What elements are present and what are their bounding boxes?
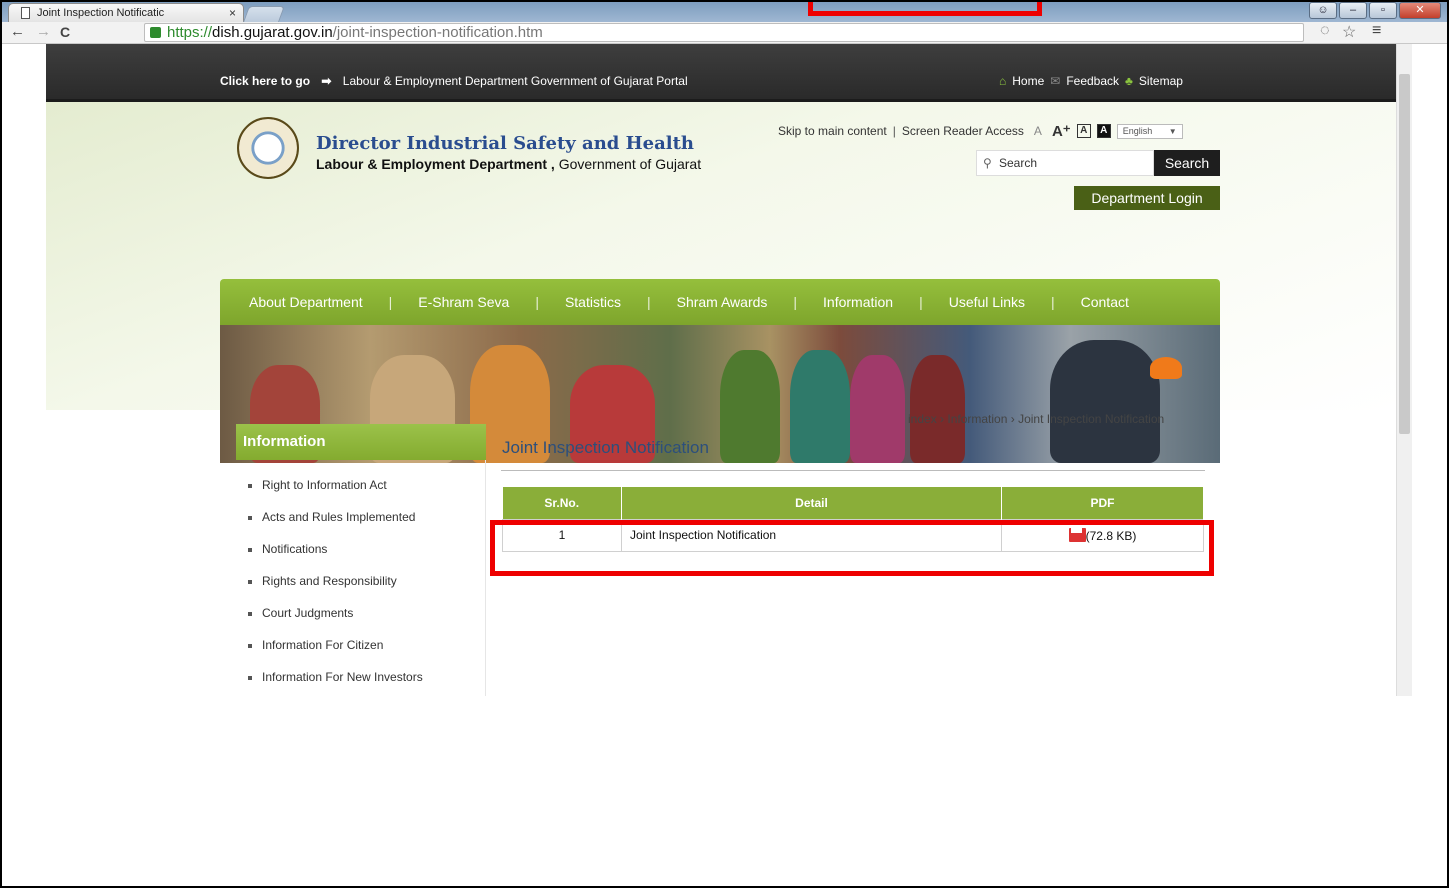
- sidebar-item-rights[interactable]: Rights and Responsibility: [248, 574, 423, 606]
- menu-item-information[interactable]: Information: [823, 294, 893, 310]
- separator: |: [892, 124, 896, 138]
- user-icon[interactable]: ☺: [1309, 2, 1337, 19]
- font-decrease[interactable]: A: [1034, 124, 1042, 138]
- arrow-right-icon: ➡: [321, 74, 332, 88]
- sidebar-heading: Information: [236, 424, 486, 460]
- main-content: Joint Inspection Notification Sr.No. Det…: [501, 424, 1205, 552]
- menu-item-eshram[interactable]: E-Shram Seva: [418, 294, 509, 310]
- separator: |: [793, 294, 798, 310]
- portal-link[interactable]: Labour & Employment Department Governmen…: [343, 74, 688, 88]
- url-host: dish.gujarat.gov.in: [212, 24, 333, 41]
- browser-toolbar: ← → C https://dish.gujarat.gov.in/joint-…: [2, 22, 1447, 44]
- cell-detail: Joint Inspection Notification: [621, 518, 1002, 552]
- sidebar-list: Right to Information Act Acts and Rules …: [248, 478, 423, 696]
- site-title[interactable]: Director Industrial Safety and Health: [316, 133, 694, 154]
- reload-icon[interactable]: C: [60, 24, 70, 40]
- title-divider: [501, 470, 1205, 471]
- pdf-icon[interactable]: [1068, 527, 1086, 542]
- separator: |: [1050, 294, 1055, 310]
- bookmark-star-icon[interactable]: ☆: [1342, 22, 1356, 42]
- window-controls: ☺ – ▫ ✕: [1309, 2, 1441, 19]
- tab-title: Joint Inspection Notificatic: [37, 7, 165, 19]
- search-input[interactable]: ⚲ Search: [976, 150, 1154, 176]
- subtitle-rest: Government of Gujarat: [554, 156, 702, 172]
- page-icon: [21, 7, 30, 19]
- sidebar-item-court[interactable]: Court Judgments: [248, 606, 423, 638]
- browser-tab[interactable]: Joint Inspection Notificatic ×: [8, 3, 244, 22]
- menu-icon[interactable]: ≡: [1372, 22, 1381, 40]
- url-path: /joint-inspection-notification.htm: [332, 24, 543, 41]
- column-header: Detail: [621, 487, 1002, 519]
- font-increase[interactable]: A⁺: [1052, 122, 1071, 140]
- new-tab-button[interactable]: [243, 6, 285, 22]
- goto-label: Click here to go: [220, 74, 311, 88]
- cell-pdf[interactable]: (72.8 KB): [1001, 518, 1204, 552]
- back-icon[interactable]: ←: [10, 23, 25, 40]
- close-window-icon[interactable]: ✕: [1399, 2, 1441, 19]
- menu-item-awards[interactable]: Shram Awards: [677, 294, 768, 310]
- separator: |: [646, 294, 651, 310]
- department-login-button[interactable]: Department Login: [1074, 186, 1220, 210]
- minimize-icon[interactable]: –: [1339, 2, 1367, 19]
- scrollbar[interactable]: [1396, 44, 1412, 696]
- language-select[interactable]: English: [1116, 123, 1183, 139]
- menu-item-about[interactable]: About Department: [249, 294, 363, 310]
- browser-tab-bar: Joint Inspection Notificatic × ☺ – ▫ ✕: [2, 2, 1447, 22]
- separator: |: [919, 294, 923, 310]
- close-tab-icon[interactable]: ×: [229, 6, 236, 20]
- separator: |: [388, 294, 393, 310]
- search-placeholder: Search: [999, 156, 1038, 170]
- sidebar-item-rti[interactable]: Right to Information Act: [248, 478, 423, 510]
- column-header: PDF: [1001, 487, 1204, 519]
- site-subtitle: Labour & Employment Department , Governm…: [316, 156, 701, 172]
- address-bar[interactable]: https://dish.gujarat.gov.in/joint-inspec…: [144, 23, 1304, 42]
- sidebar: Information Right to Information Act Act…: [236, 424, 486, 696]
- search-icon: ⚲: [983, 156, 992, 170]
- subtitle-bold: Labour & Employment Department ,: [316, 156, 555, 172]
- menu-item-statistics[interactable]: Statistics: [565, 294, 621, 310]
- page-title: Joint Inspection Notification: [502, 438, 709, 457]
- url-scheme: https://: [167, 24, 213, 41]
- page-viewport: Click here to go ➡ Labour & Employment D…: [46, 44, 1396, 696]
- cell-sr-no: 1: [502, 518, 622, 552]
- screen-reader-link[interactable]: Screen Reader Access: [902, 124, 1024, 138]
- top-links: ⌂ Home ✉ Feedback ♣ Sitemap: [999, 74, 1183, 88]
- skip-link[interactable]: Skip to main content: [778, 124, 887, 138]
- home-link[interactable]: Home: [1012, 74, 1044, 88]
- maximize-icon[interactable]: ▫: [1369, 2, 1397, 19]
- sidebar-item-notifications[interactable]: Notifications: [248, 542, 423, 574]
- sitemap-link[interactable]: Sitemap: [1139, 74, 1183, 88]
- sitemap-icon: ♣: [1125, 74, 1133, 88]
- sidebar-item-acts[interactable]: Acts and Rules Implemented: [248, 510, 423, 542]
- feedback-link[interactable]: Feedback: [1066, 74, 1119, 88]
- shield-icon[interactable]: ◌: [1320, 22, 1330, 40]
- contrast-dark[interactable]: A: [1096, 124, 1111, 138]
- site-header: Director Industrial Safety and Health La…: [46, 102, 1396, 463]
- envelope-icon: ✉: [1050, 74, 1061, 88]
- lock-icon: [150, 27, 161, 38]
- screenshot-frame: Joint Inspection Notificatic × ☺ – ▫ ✕ ←…: [0, 0, 1449, 888]
- forward-icon[interactable]: →: [36, 23, 51, 40]
- search-button[interactable]: Search: [1154, 150, 1220, 176]
- contrast-light[interactable]: A: [1076, 124, 1091, 138]
- accessibility-utilities: Skip to main content | Screen Reader Acc…: [778, 122, 1183, 140]
- notification-table: Sr.No. Detail PDF 1 Joint Inspection Not…: [502, 487, 1204, 552]
- banner-helmet: [1150, 357, 1182, 379]
- sidebar-item-investors[interactable]: Information For New Investors: [248, 670, 423, 696]
- goto-portal: Click here to go ➡ Labour & Employment D…: [220, 74, 688, 88]
- menu-item-useful-links[interactable]: Useful Links: [949, 294, 1025, 310]
- menu-item-contact[interactable]: Contact: [1081, 294, 1129, 310]
- main-menu: About Department | E-Shram Seva | Statis…: [220, 279, 1220, 325]
- sidebar-item-citizen[interactable]: Information For Citizen: [248, 638, 423, 670]
- home-icon: ⌂: [999, 74, 1007, 88]
- column-header: Sr.No.: [502, 487, 622, 519]
- scrollbar-thumb[interactable]: [1399, 74, 1410, 434]
- separator: |: [535, 294, 539, 310]
- table-header-row: Sr.No. Detail PDF: [502, 487, 1204, 519]
- portal-topbar: Click here to go ➡ Labour & Employment D…: [46, 44, 1396, 102]
- emblem-logo[interactable]: [237, 117, 299, 179]
- table-row: 1 Joint Inspection Notification (72.8 KB…: [502, 518, 1204, 552]
- pdf-size[interactable]: (72.8 KB): [1086, 529, 1137, 543]
